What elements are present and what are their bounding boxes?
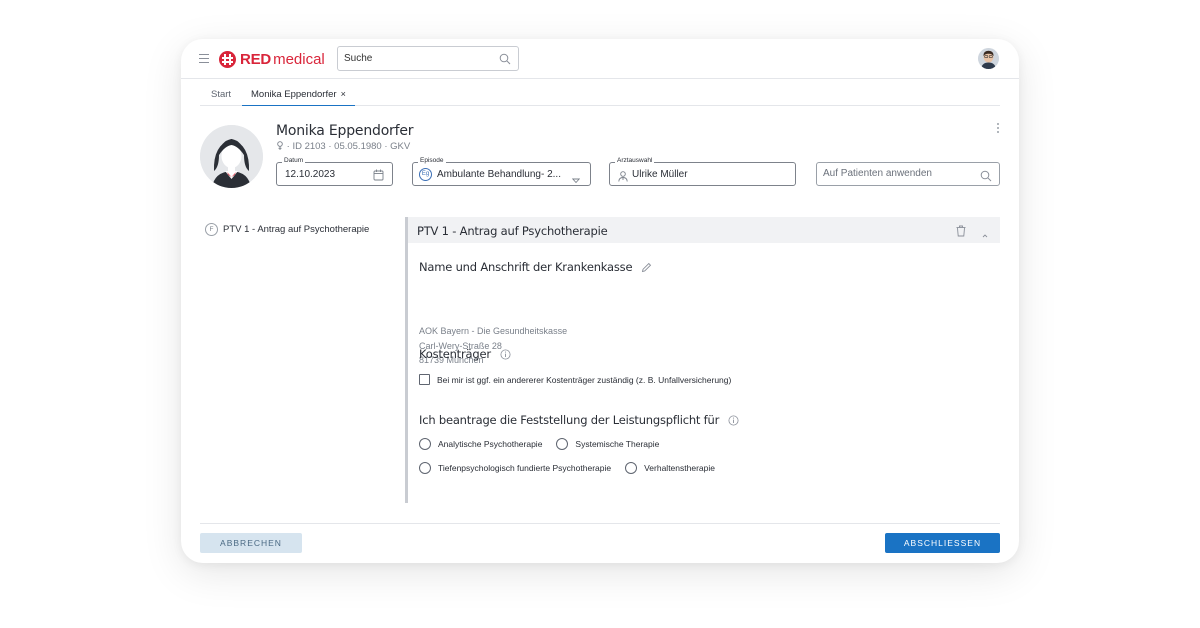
footer-divider xyxy=(200,523,1000,524)
radio-verhaltenstherapie[interactable]: Verhaltenstherapie xyxy=(625,462,715,474)
therapy-options-row-1: Analytische Psychotherapie Systemische T… xyxy=(419,438,673,450)
radio-analytische[interactable]: Analytische Psychotherapie xyxy=(419,438,542,450)
tab-bar: Start Monika Eppendorfer × xyxy=(200,85,1000,106)
logo-mark-icon xyxy=(219,50,236,68)
radio-circle[interactable] xyxy=(625,462,638,474)
doctor-select[interactable]: Arztauswahl Ulrike Müller xyxy=(609,157,796,187)
tab-patient-label: Monika Eppendorfer xyxy=(251,89,337,100)
patient-avatar xyxy=(200,125,263,188)
radio-tiefenpsychologisch[interactable]: Tiefenpsychologisch fundierte Psychother… xyxy=(419,462,611,474)
episode-badge: Eg xyxy=(419,168,432,181)
radio-label: Verhaltenstherapie xyxy=(644,463,715,473)
radio-label: Analytische Psychotherapie xyxy=(438,439,543,449)
tab-start[interactable]: Start xyxy=(211,89,231,100)
date-value: 12.10.2023 xyxy=(285,169,336,180)
other-payer-checkbox[interactable] xyxy=(419,374,430,385)
finish-button[interactable]: ABSCHLIESSEN xyxy=(885,533,1000,553)
logo-text-bold: RED xyxy=(240,50,272,68)
address-line: AOK Bayern - Die Gesundheitskasse xyxy=(419,326,568,336)
kostentraeger-heading: Kostenträger xyxy=(419,347,491,361)
episode-label: Episode xyxy=(418,157,446,164)
doctor-value: Ulrike Müller xyxy=(632,169,688,180)
app-logo[interactable]: RED medical xyxy=(219,49,325,69)
sidebar-item-label: PTV 1 - Antrag auf Psychotherapie xyxy=(223,224,370,235)
female-icon xyxy=(276,141,287,152)
section-title-krankenkasse: Name und Anschrift der Krankenkasse xyxy=(419,260,652,274)
trash-icon[interactable] xyxy=(956,224,966,242)
panel-title: PTV 1 - Antrag auf Psychotherapie xyxy=(417,224,608,238)
date-label: Datum xyxy=(282,157,306,164)
hamburger-menu-icon[interactable] xyxy=(199,54,209,63)
sidebar-item-ptv1[interactable]: F PTV 1 - Antrag auf Psychotherapie xyxy=(205,223,369,236)
pencil-icon[interactable] xyxy=(641,262,652,273)
doctor-label: Arztauswahl xyxy=(615,157,655,164)
top-bar: RED medical xyxy=(181,39,1019,79)
section-title-kostentraeger: Kostenträger xyxy=(419,347,511,361)
radio-label: Systemische Therapie xyxy=(575,439,660,449)
other-payer-checkbox-row[interactable]: Bei mir ist ggf. ein andererer Kostenträ… xyxy=(419,374,731,385)
search-box xyxy=(337,46,519,71)
panel-header: PTV 1 - Antrag auf Psychotherapie xyxy=(408,217,1000,243)
leistungspflicht-heading: Ich beantrage die Feststellung der Leist… xyxy=(419,413,720,427)
form-badge: F xyxy=(205,223,218,236)
more-options-icon[interactable] xyxy=(995,123,1001,135)
user-avatar[interactable] xyxy=(978,48,999,69)
cancel-button[interactable]: ABBRECHEN xyxy=(200,533,302,553)
logo-text-light: medical xyxy=(273,50,325,68)
apply-patient-input[interactable] xyxy=(823,168,973,179)
info-icon[interactable] xyxy=(728,415,739,426)
date-field[interactable]: Datum 12.10.2023 xyxy=(276,157,393,186)
apply-patient-search xyxy=(816,162,1000,186)
patient-meta: · ID 2103 · 05.05.1980 · GKV xyxy=(276,141,410,152)
patient-name: Monika Eppendorfer xyxy=(276,123,414,139)
radio-circle[interactable] xyxy=(419,438,431,450)
tab-close-icon[interactable]: × xyxy=(341,89,346,99)
episode-select[interactable]: Episode Eg Ambulante Behandlung- 2... xyxy=(412,157,591,189)
doctor-icon xyxy=(618,169,628,187)
episode-value: Ambulante Behandlung- 2... xyxy=(437,169,561,180)
radio-label: Tiefenpsychologisch fundierte Psychother… xyxy=(438,463,612,473)
info-icon[interactable] xyxy=(500,349,511,360)
therapy-options-row-2: Tiefenpsychologisch fundierte Psychother… xyxy=(419,462,729,474)
patient-meta-text: · ID 2103 · 05.05.1980 · GKV xyxy=(286,141,411,152)
chevron-down-icon[interactable] xyxy=(571,171,581,189)
radio-circle[interactable] xyxy=(556,438,569,450)
search-icon[interactable] xyxy=(980,169,992,187)
search-icon[interactable] xyxy=(499,52,511,70)
radio-systemische[interactable]: Systemische Therapie xyxy=(556,438,659,450)
other-payer-label: Bei mir ist ggf. ein andererer Kostenträ… xyxy=(437,374,732,385)
radio-circle[interactable] xyxy=(419,462,431,474)
calendar-icon[interactable] xyxy=(373,168,384,186)
chevron-up-icon[interactable] xyxy=(981,226,989,244)
app-window: RED medical Start Monika Eppendorfer × xyxy=(181,39,1019,563)
krankenkasse-heading: Name und Anschrift der Krankenkasse xyxy=(419,260,633,274)
section-title-leistungspflicht: Ich beantrage die Feststellung der Leist… xyxy=(419,413,739,427)
search-input[interactable] xyxy=(344,47,494,69)
tab-patient[interactable]: Monika Eppendorfer × xyxy=(242,85,355,106)
form-panel: PTV 1 - Antrag auf Psychotherapie Name u… xyxy=(405,217,1000,503)
